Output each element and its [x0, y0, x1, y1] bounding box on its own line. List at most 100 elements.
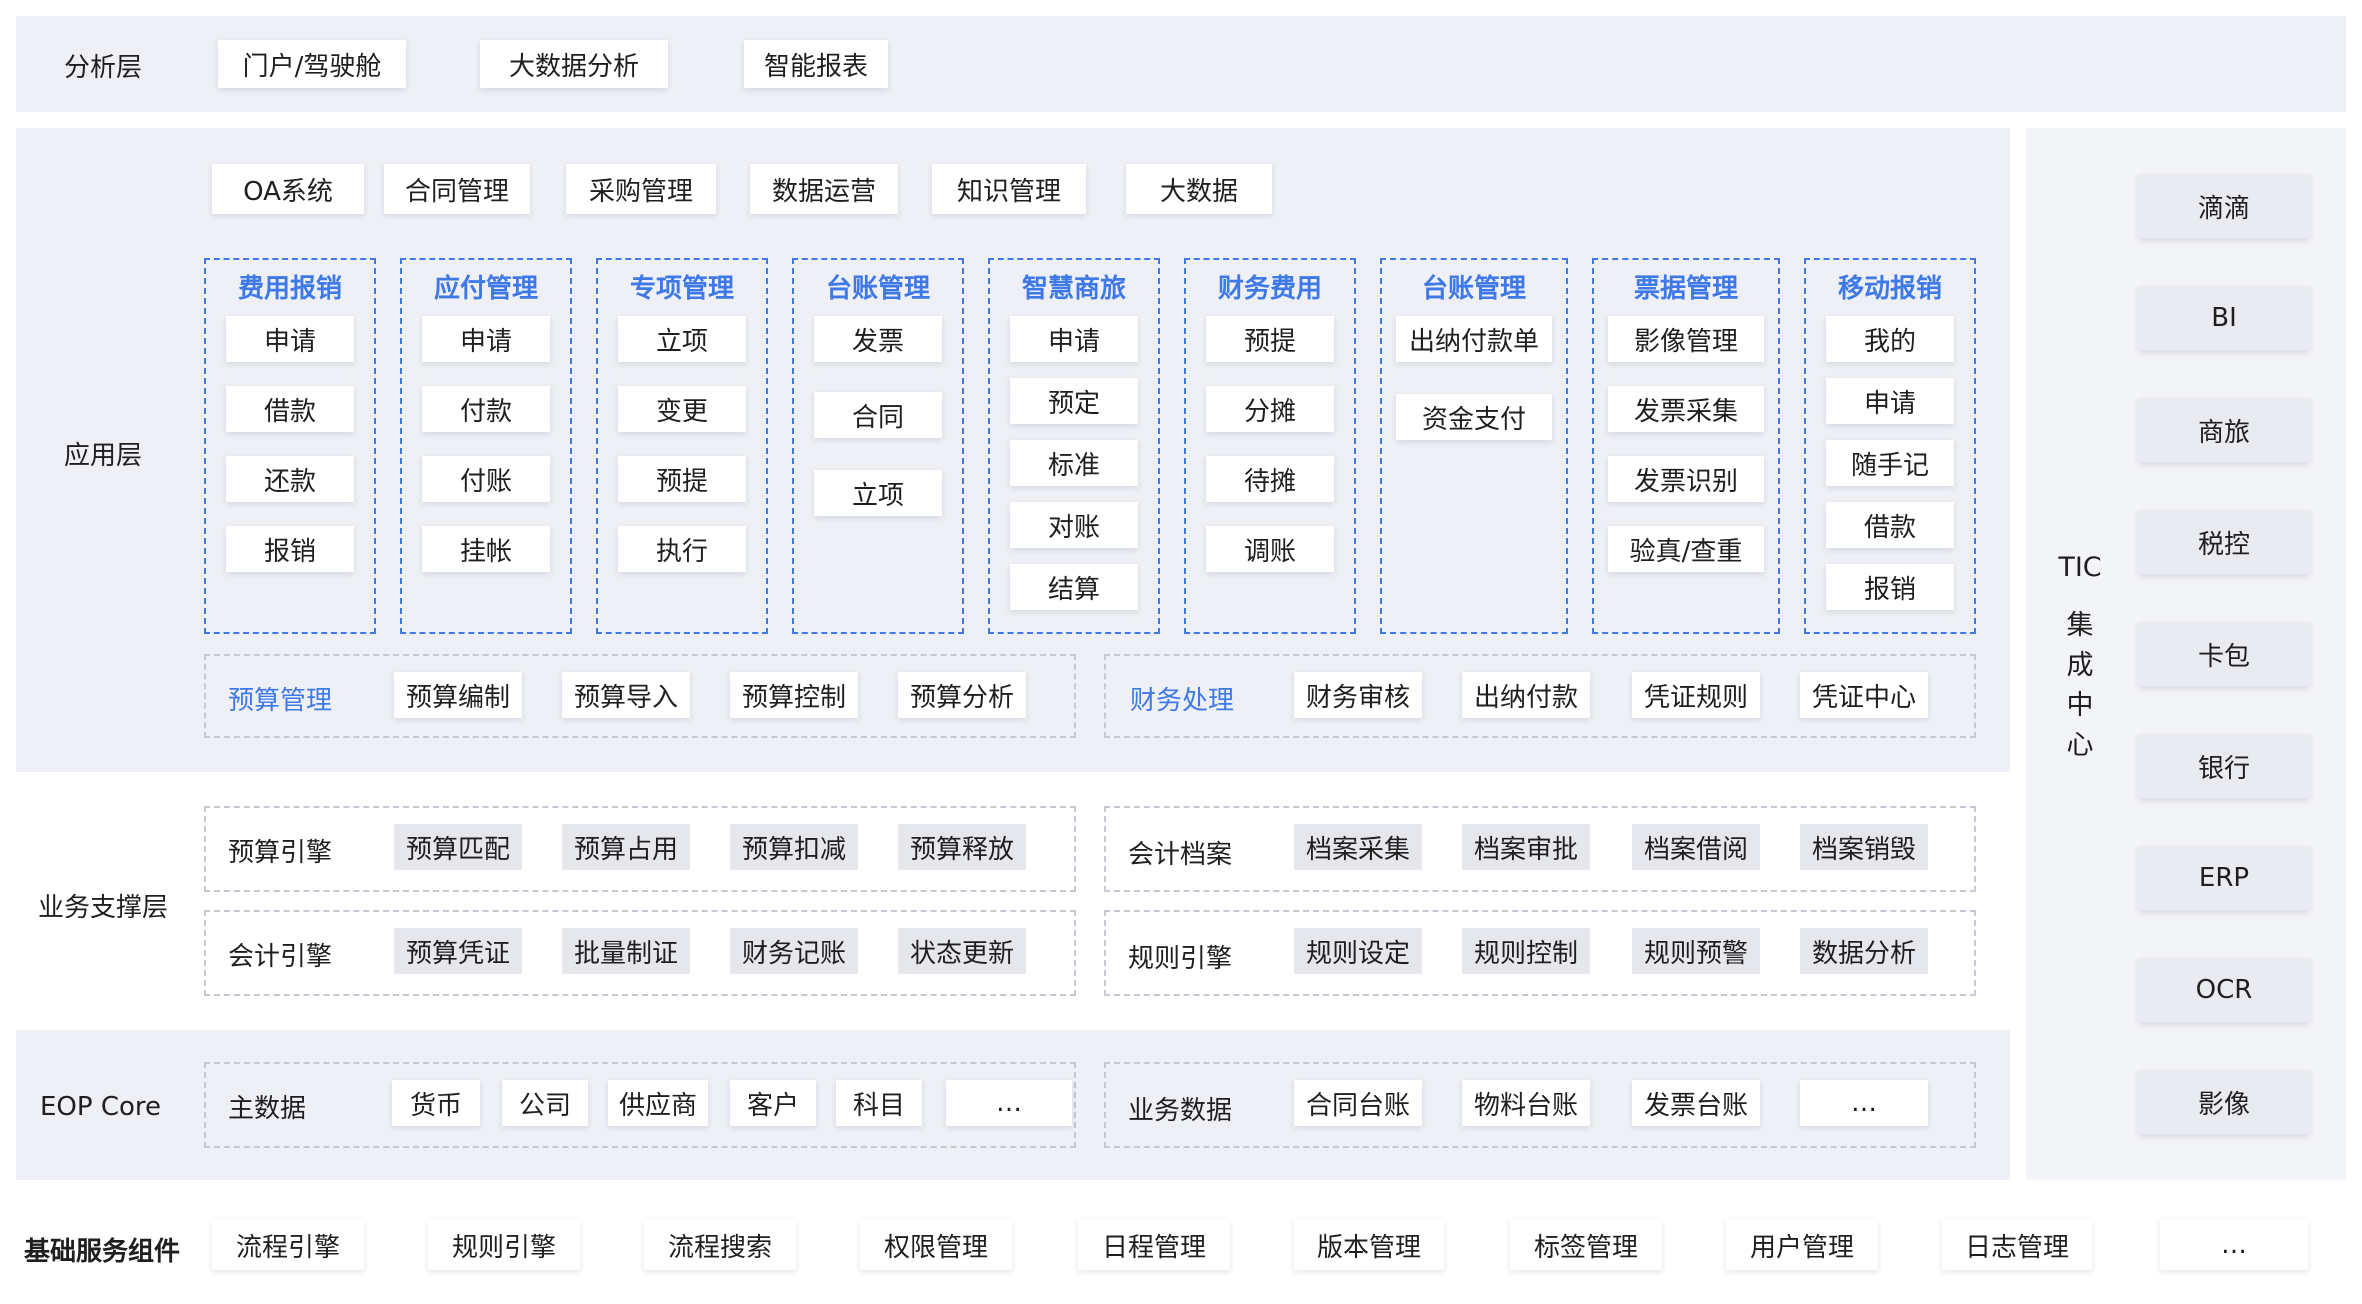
module-item[interactable]: 预提: [1206, 316, 1334, 362]
budget-item[interactable]: 预算分析: [898, 672, 1026, 718]
master-data-more[interactable]: …: [946, 1080, 1072, 1126]
base-service-item[interactable]: 权限管理: [860, 1220, 1012, 1270]
module-item[interactable]: 借款: [226, 386, 354, 432]
support-item[interactable]: 财务记账: [730, 928, 858, 974]
module-item[interactable]: 结算: [1010, 564, 1138, 610]
base-service-item[interactable]: 流程搜索: [644, 1220, 796, 1270]
module-item[interactable]: 借款: [1826, 502, 1954, 548]
module-item[interactable]: 预提: [618, 456, 746, 502]
system-data-ops[interactable]: 数据运营: [750, 164, 898, 214]
module-item[interactable]: 申请: [226, 316, 354, 362]
master-data-item[interactable]: 客户: [730, 1080, 816, 1126]
system-contract[interactable]: 合同管理: [384, 164, 530, 214]
module-item[interactable]: 随手记: [1826, 440, 1954, 486]
finance-item[interactable]: 财务审核: [1294, 672, 1422, 718]
module-item[interactable]: 还款: [226, 456, 354, 502]
module-item[interactable]: 资金支付: [1396, 394, 1552, 440]
support-item[interactable]: 档案销毁: [1800, 824, 1928, 870]
module-item[interactable]: 报销: [226, 526, 354, 572]
module-item[interactable]: 待摊: [1206, 456, 1334, 502]
module-item[interactable]: 预定: [1010, 378, 1138, 424]
budget-item[interactable]: 预算导入: [562, 672, 690, 718]
module-item[interactable]: 发票: [814, 316, 942, 362]
base-service-item[interactable]: 版本管理: [1294, 1220, 1444, 1270]
budget-item[interactable]: 预算编制: [394, 672, 522, 718]
support-item[interactable]: 预算占用: [562, 824, 690, 870]
support-item[interactable]: 预算扣减: [730, 824, 858, 870]
support-item[interactable]: 预算匹配: [394, 824, 522, 870]
module-item[interactable]: 付账: [422, 456, 550, 502]
base-service-item[interactable]: 流程引擎: [212, 1220, 364, 1270]
module-item[interactable]: 合同: [814, 392, 942, 438]
master-data-item[interactable]: 科目: [836, 1080, 922, 1126]
support-item[interactable]: 档案采集: [1294, 824, 1422, 870]
finance-item[interactable]: 凭证中心: [1800, 672, 1928, 718]
module-item[interactable]: 发票采集: [1608, 386, 1764, 432]
system-procurement[interactable]: 采购管理: [566, 164, 716, 214]
module-item[interactable]: 变更: [618, 386, 746, 432]
system-bigdata[interactable]: 大数据: [1126, 164, 1272, 214]
tic-item-bi[interactable]: BI: [2138, 286, 2310, 350]
support-item[interactable]: 批量制证: [562, 928, 690, 974]
support-item[interactable]: 规则预警: [1632, 928, 1760, 974]
module-item[interactable]: 我的: [1826, 316, 1954, 362]
module-item[interactable]: 申请: [422, 316, 550, 362]
module-item[interactable]: 执行: [618, 526, 746, 572]
base-service-item[interactable]: 日程管理: [1078, 1220, 1230, 1270]
module-item[interactable]: 标准: [1010, 440, 1138, 486]
tic-item-erp[interactable]: ERP: [2138, 846, 2310, 910]
support-item[interactable]: 规则设定: [1294, 928, 1422, 974]
support-item[interactable]: 档案审批: [1462, 824, 1590, 870]
master-data-item[interactable]: 货币: [392, 1080, 480, 1126]
module-item[interactable]: 影像管理: [1608, 316, 1764, 362]
finance-item[interactable]: 出纳付款: [1462, 672, 1590, 718]
analysis-item-portal[interactable]: 门户/驾驶舱: [218, 40, 406, 88]
base-service-item[interactable]: 用户管理: [1726, 1220, 1878, 1270]
module-item[interactable]: 出纳付款单: [1396, 316, 1552, 362]
module-item[interactable]: 挂帐: [422, 526, 550, 572]
module-item[interactable]: 调账: [1206, 526, 1334, 572]
finance-item[interactable]: 凭证规则: [1632, 672, 1760, 718]
tic-title-line: 中: [2066, 690, 2094, 721]
support-item[interactable]: 数据分析: [1800, 928, 1928, 974]
master-data-title: 主数据: [228, 1094, 307, 1124]
support-item[interactable]: 状态更新: [898, 928, 1026, 974]
module-item[interactable]: 发票识别: [1608, 456, 1764, 502]
tic-item-card-wallet[interactable]: 卡包: [2138, 622, 2310, 686]
module-item[interactable]: 申请: [1826, 378, 1954, 424]
tic-item-bank[interactable]: 银行: [2138, 734, 2310, 798]
module-item[interactable]: 验真/查重: [1608, 526, 1764, 572]
base-service-more[interactable]: …: [2160, 1220, 2308, 1270]
module-item[interactable]: 对账: [1010, 502, 1138, 548]
support-item[interactable]: 预算凭证: [394, 928, 522, 974]
business-data-more[interactable]: …: [1800, 1080, 1928, 1126]
master-data-item[interactable]: 公司: [502, 1080, 588, 1126]
system-oa[interactable]: OA系统: [212, 164, 364, 214]
budget-engine-title: 预算引擎: [228, 838, 333, 868]
module-item[interactable]: 立项: [618, 316, 746, 362]
module-item[interactable]: 立项: [814, 470, 942, 516]
analysis-item-reports[interactable]: 智能报表: [744, 40, 888, 88]
budget-item[interactable]: 预算控制: [730, 672, 858, 718]
support-item[interactable]: 规则控制: [1462, 928, 1590, 974]
base-service-item[interactable]: 标签管理: [1510, 1220, 1662, 1270]
analysis-item-bigdata[interactable]: 大数据分析: [480, 40, 668, 88]
master-data-item[interactable]: 供应商: [608, 1080, 708, 1126]
module-item[interactable]: 分摊: [1206, 386, 1334, 432]
tic-item-didi[interactable]: 滴滴: [2138, 174, 2310, 238]
tic-item-tax-control[interactable]: 税控: [2138, 510, 2310, 574]
tic-item-ocr[interactable]: OCR: [2138, 958, 2310, 1022]
system-knowledge[interactable]: 知识管理: [932, 164, 1086, 214]
module-item[interactable]: 申请: [1010, 316, 1138, 362]
business-data-item[interactable]: 发票台账: [1632, 1080, 1760, 1126]
module-item[interactable]: 报销: [1826, 564, 1954, 610]
module-item[interactable]: 付款: [422, 386, 550, 432]
base-service-item[interactable]: 日志管理: [1942, 1220, 2092, 1270]
tic-item-travel[interactable]: 商旅: [2138, 398, 2310, 462]
support-item[interactable]: 档案借阅: [1632, 824, 1760, 870]
tic-item-imaging[interactable]: 影像: [2138, 1070, 2310, 1134]
business-data-item[interactable]: 合同台账: [1294, 1080, 1422, 1126]
support-item[interactable]: 预算释放: [898, 824, 1026, 870]
base-service-item[interactable]: 规则引擎: [428, 1220, 580, 1270]
business-data-item[interactable]: 物料台账: [1462, 1080, 1590, 1126]
